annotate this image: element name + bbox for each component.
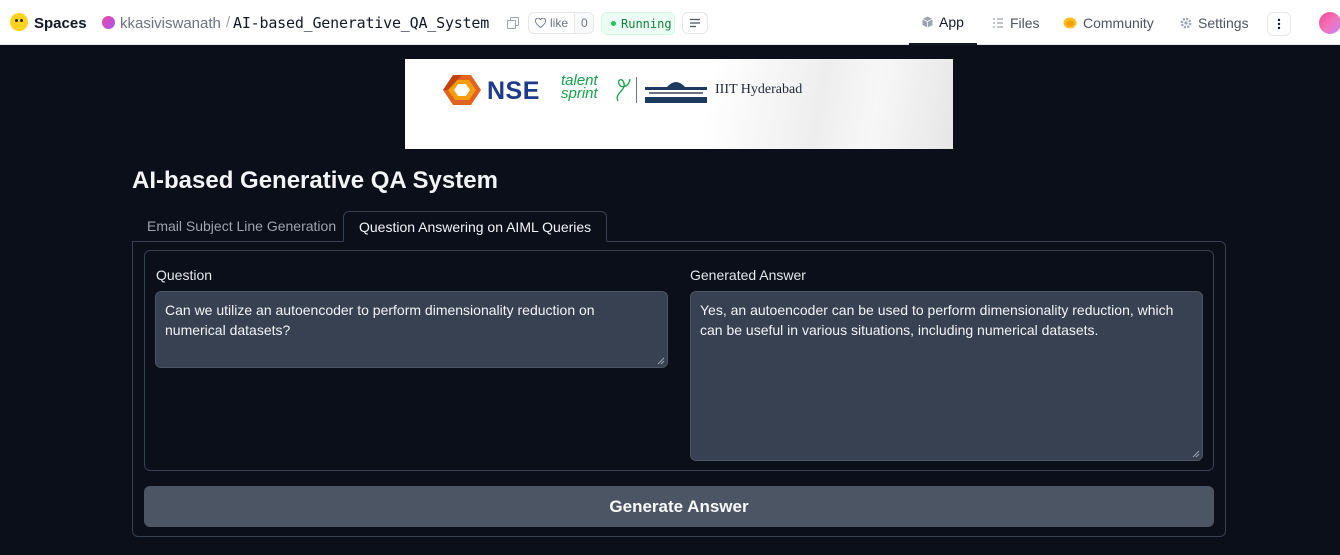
like-button[interactable]: like 0 (528, 12, 594, 34)
sprint-wordmark: sprint (561, 85, 598, 102)
tab-community[interactable]: Community (1063, 0, 1154, 45)
page-title: AI-based Generative QA System (132, 167, 498, 194)
community-icon (1063, 17, 1077, 28)
owner-avatar[interactable] (102, 16, 115, 29)
spaces-link[interactable]: Spaces (34, 15, 87, 32)
logs-button[interactable] (682, 12, 708, 34)
tab-files[interactable]: Files (992, 0, 1040, 45)
resize-handle-icon[interactable] (657, 357, 665, 365)
question-input[interactable]: Can we utilize an autoencoder to perform… (155, 291, 668, 368)
tab-app[interactable]: App (909, 0, 977, 45)
answer-label: Generated Answer (690, 267, 806, 283)
nse-logo-icon (443, 75, 481, 105)
talentsprint-swirl-icon (616, 78, 631, 102)
repo-name[interactable]: AI-based_Generative_QA_System (233, 14, 489, 32)
status-dot-icon (611, 21, 616, 26)
banner-divider (636, 77, 637, 103)
more-options-button[interactable] (1267, 12, 1291, 36)
question-label: Question (156, 267, 213, 283)
owner-link[interactable]: kkasiviswanath (120, 15, 221, 32)
tab-community-label: Community (1083, 14, 1154, 31)
app-cube-icon (922, 16, 933, 27)
answer-text: Yes, an autoencoder can be used to perfo… (700, 302, 1174, 338)
sponsor-banner: NSE talent sprint IIIT Hyderabad (405, 59, 953, 149)
files-icon (993, 17, 1003, 28)
heart-icon (535, 18, 546, 28)
iiit-wordmark: IIIT Hyderabad (715, 82, 803, 97)
like-count: 0 (574, 13, 593, 33)
generate-answer-button[interactable]: Generate Answer (144, 486, 1214, 527)
nse-wordmark: NSE (487, 77, 540, 105)
tab-question-answering[interactable]: Question Answering on AIML Queries (343, 211, 608, 242)
question-text: Can we utilize an autoencoder to perform… (165, 302, 595, 338)
tab-app-label: App (939, 13, 964, 30)
top-navigation-bar: Spaces kkasiviswanath / AI-based_Generat… (0, 0, 1340, 45)
hugging-face-logo-icon[interactable] (10, 13, 28, 31)
profile-avatar[interactable] (1319, 12, 1340, 34)
copy-icon[interactable] (507, 17, 519, 29)
tab-email-subject[interactable]: Email Subject Line Generation (132, 211, 351, 241)
path-separator: / (226, 14, 231, 31)
resize-handle-icon[interactable] (1192, 450, 1200, 458)
tab-files-label: Files (1010, 14, 1040, 31)
status-text: Running (621, 16, 672, 31)
iiit-emblem-icon (645, 82, 707, 103)
gear-icon (1180, 17, 1192, 28)
more-vertical-icon (1277, 18, 1281, 30)
tab-settings[interactable]: Settings (1180, 0, 1249, 45)
status-badge[interactable]: Running (601, 12, 675, 35)
like-label: like (550, 16, 569, 30)
tab-settings-label: Settings (1198, 14, 1249, 31)
logs-icon (690, 18, 700, 28)
generated-answer-output[interactable]: Yes, an autoencoder can be used to perfo… (690, 291, 1203, 461)
